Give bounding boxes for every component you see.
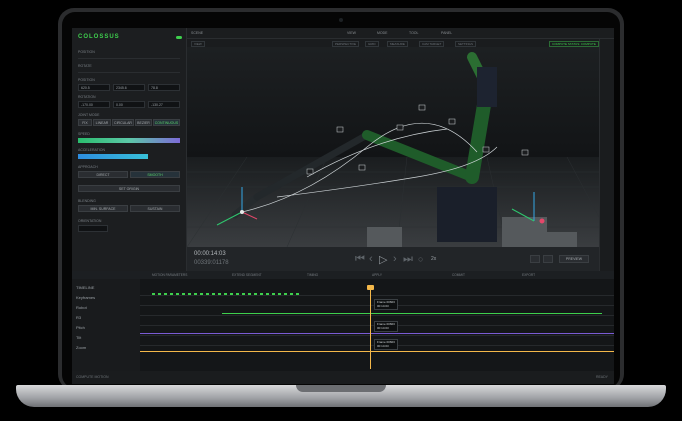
divider [78,72,180,73]
position-label: POSITION [78,78,95,82]
robot-scene-render [187,52,599,247]
mode-bezier-button[interactable]: BEZIER [135,119,152,126]
mode-circular-button[interactable]: CIRCULAR [112,119,134,126]
track-divider [140,335,614,336]
status-right-text: READY [595,375,608,379]
track-timeline[interactable]: TIMELINE [76,285,94,290]
mode-fix-button[interactable]: FIX [78,119,92,126]
tab-apply[interactable]: APPLY [372,273,382,277]
menu-panel[interactable]: PANEL [441,31,452,35]
track-keyframes[interactable]: Keyframes [76,295,95,300]
joint-mode-label: JOINT MODE [78,113,100,117]
status-left-text: COMPUTE MOTION [76,375,109,379]
transport-bar: 00:00:14:03 00339:01178 ⏮ ‹ ▷ › ⏭ ○ 2x P… [187,247,599,271]
approach-direct-button[interactable]: DIRECT [78,171,128,178]
rotation-y-field[interactable]: 0.00 [113,101,145,108]
tab-extend-segment[interactable]: EXTEND SEGMENT [232,273,262,277]
step-forward-icon[interactable]: › [393,253,397,265]
timeline-tabs: MOTION PARAMETERS EXTEND SEGMENT TIMING … [72,271,614,279]
section-position-label: POSITION [78,50,95,54]
pitch-curve [140,333,614,334]
play-icon[interactable]: ▷ [379,253,387,266]
frame-tooltip: Frame 00603 00:14:03 [374,321,398,333]
app-logo: COLOSSUS [78,34,120,40]
blending-label: BLENDING [78,199,96,203]
timeline-panel: MOTION PARAMETERS EXTEND SEGMENT TIMING … [72,271,614,384]
frame-counter: 00339:01178 [194,260,229,266]
top-bar: SCENE VIEW MODE TOOL PANEL [187,28,614,39]
playback-speed[interactable]: 2x [431,256,436,262]
section-rotate-label: ROTATE [78,64,92,68]
grid-toggle-button[interactable] [543,255,553,263]
rotation-x-field[interactable]: -170.00 [78,101,110,108]
approach-smooth-button[interactable]: SMOOTH [130,171,180,178]
timeline-track-list: TIMELINE Keyframes Robot R3 Pitch Tilt Z… [72,279,140,371]
acceleration-label: ACCELERATION [78,148,105,152]
speed-slider[interactable] [78,138,180,143]
robot-curve [222,313,602,314]
menu-view[interactable]: VIEW [347,31,356,35]
laptop-notch [296,385,386,392]
status-indicator [176,36,182,39]
keyframe-track-markers [152,293,302,295]
menu-mode[interactable]: MODE [377,31,388,35]
right-side-panel [599,39,614,271]
skip-forward-icon[interactable]: ⏭ [403,253,413,266]
frame-tooltip-time: 00:14:03 [377,343,389,348]
speed-label: SPEED [78,132,90,136]
track-divider [140,315,614,316]
menu-tool[interactable]: TOOL [409,31,418,35]
frame-tooltip: Frame 00603 00:14:03 [374,339,398,351]
track-divider [140,295,614,296]
orientation-label: ORIENTATION [78,219,102,223]
3d-viewport[interactable] [187,47,599,247]
scene-title: SCENE [191,31,204,35]
tab-export[interactable]: EXPORT [522,273,535,277]
track-tilt[interactable]: Tilt [76,335,81,340]
track-pitch[interactable]: Pitch [76,325,85,330]
skip-back-icon[interactable]: ⏮ [355,253,365,266]
camera-icon [339,18,343,22]
timecode: 00:00:14:03 [194,251,226,257]
rotation-label: ROTATION [78,95,96,99]
position-z-field[interactable]: 78.8 [148,84,180,91]
preview-button[interactable]: PREVIEW [559,255,589,263]
track-zoom[interactable]: Zoom [76,345,86,350]
set-origin-button[interactable]: SET ORIGIN [78,185,180,192]
divider [78,58,180,59]
blending-sustain-button[interactable]: SUSTAIN [130,205,180,212]
tab-commit[interactable]: COMMIT [452,273,465,277]
tab-timing[interactable]: TIMING [307,273,318,277]
mode-linear-button[interactable]: LINEAR [93,119,111,126]
loop-icon[interactable]: ○ [418,254,423,264]
status-bar: COMPUTE MOTION READY [72,371,614,384]
mode-continuous-button[interactable]: CONTINUOUS [153,119,180,126]
acceleration-slider[interactable] [78,154,148,159]
frame-tooltip: Frame 00603 00:14:03 [374,299,398,311]
step-back-icon[interactable]: ‹ [369,253,373,265]
zoom-curve [140,351,614,352]
frame-tooltip-time: 00:14:03 [377,303,389,308]
orientation-field[interactable] [78,225,108,232]
rotation-z-field[interactable]: -130.27 [148,101,180,108]
position-y-field[interactable]: 2345.6 [113,84,145,91]
position-x-field[interactable]: 620.5 [78,84,110,91]
approach-label: APPROACH [78,165,98,169]
track-r3[interactable]: R3 [76,315,81,320]
frame-tooltip-time: 00:14:03 [377,325,389,330]
viewport-toolbar: VIEW PERSPECTIVE GRID MEASURE CAM TARGET… [187,39,599,47]
blending-min-surface-button[interactable]: MIN. SURFACE [78,205,128,212]
track-robot[interactable]: Robot [76,305,87,310]
playhead[interactable] [370,289,371,369]
tab-motion-parameters[interactable]: MOTION PARAMETERS [152,273,187,277]
view-toggle-button[interactable] [530,255,540,263]
app-screen: COLOSSUS POSITION ROTATE POSITION 620.5 … [72,28,614,384]
